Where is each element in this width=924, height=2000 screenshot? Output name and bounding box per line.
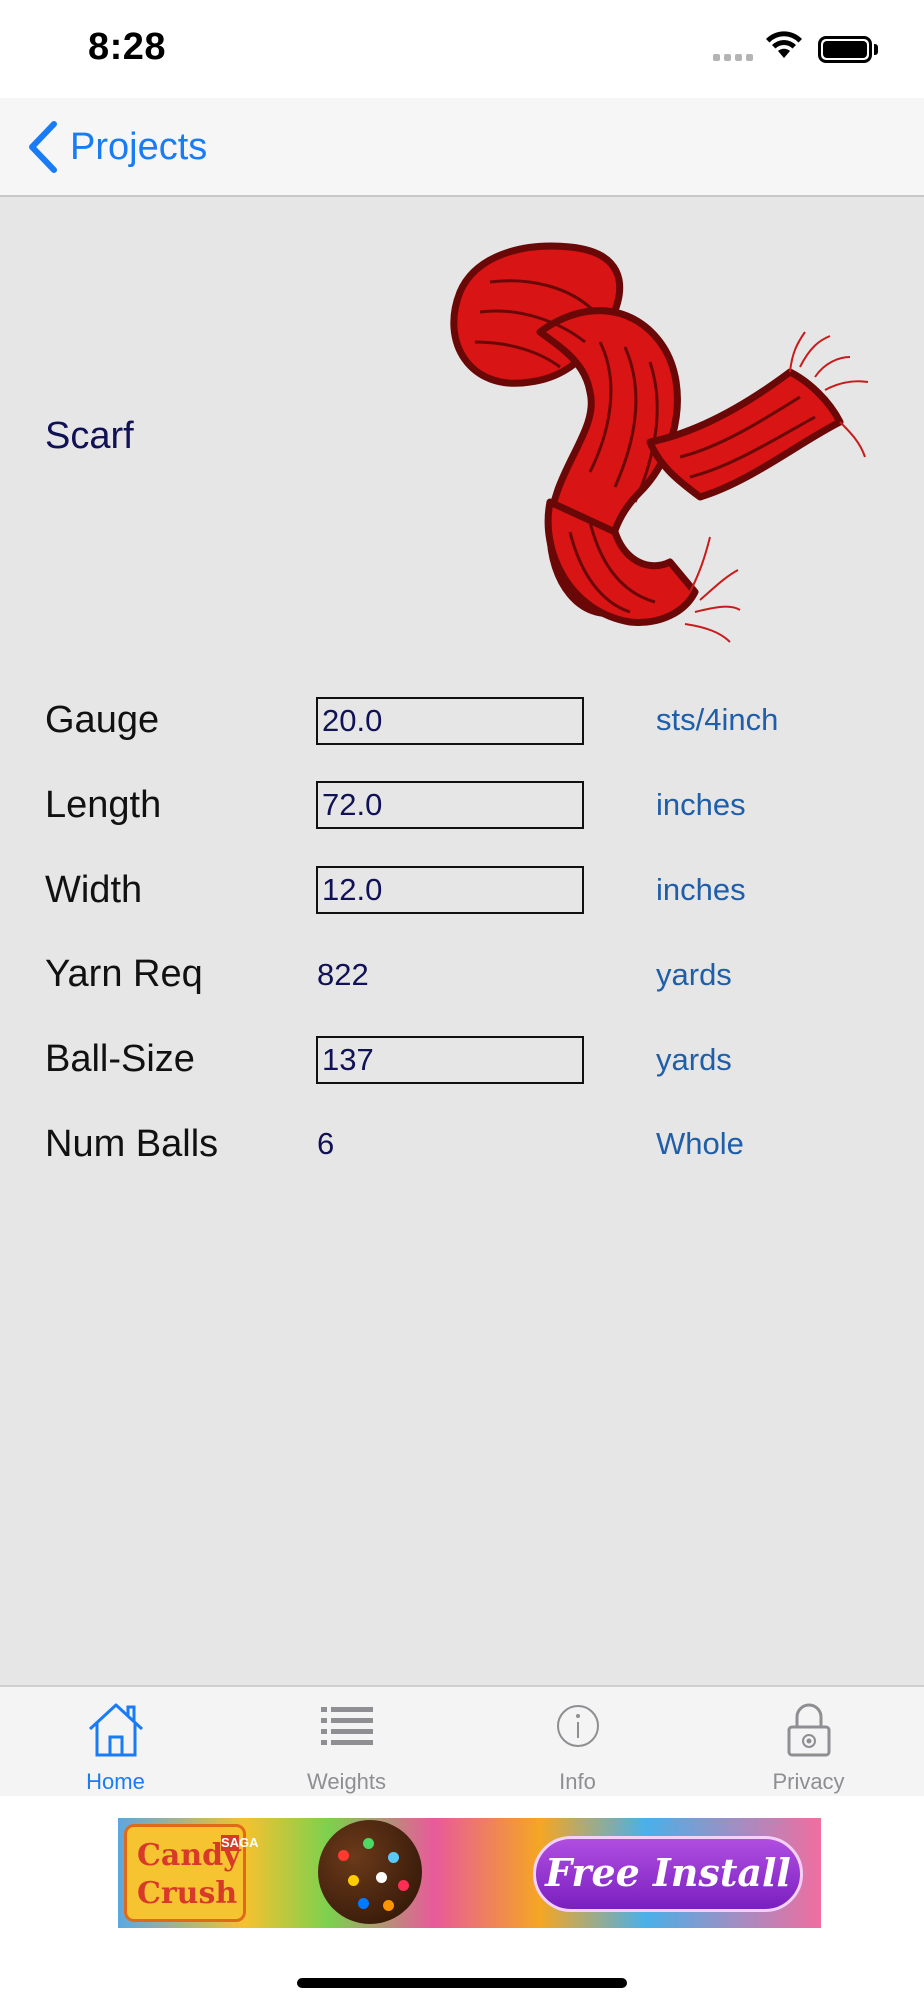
list-icon <box>320 1707 373 1745</box>
lock-icon <box>787 1703 830 1757</box>
tab-privacy[interactable]: Privacy <box>693 1687 924 1798</box>
battery-icon <box>818 36 872 63</box>
yarn-req-value: 822 <box>317 957 369 992</box>
chevron-left-icon[interactable] <box>26 120 60 174</box>
length-input[interactable] <box>316 781 584 829</box>
yarn-req-unit: yards <box>656 957 732 992</box>
tab-weights-label: Weights <box>306 1769 387 1794</box>
tab-home-label: Home <box>86 1769 145 1794</box>
cellular-signal-icon <box>713 54 755 64</box>
scarf-image <box>450 242 869 643</box>
length-unit: inches <box>656 787 746 822</box>
status-bar: 8:28 <box>0 0 924 98</box>
ball-size-input[interactable] <box>316 1036 584 1084</box>
battery-cap <box>874 44 878 55</box>
ad-brand-line2: Crush <box>137 1876 238 1911</box>
project-name: Scarf <box>45 415 134 457</box>
home-indicator <box>297 1978 627 1988</box>
ball-size-label: Ball-Size <box>45 1038 195 1080</box>
candy-image <box>318 1820 422 1924</box>
gauge-input[interactable] <box>316 697 584 745</box>
gauge-unit: sts/4inch <box>656 702 779 737</box>
ad-banner[interactable]: Candy Crush SAGA Free Install <box>118 1818 821 1928</box>
ad-install-button[interactable]: Free Install <box>533 1836 803 1912</box>
tab-weights[interactable]: Weights <box>231 1687 462 1798</box>
ad-brand-tag: SAGA <box>221 1835 259 1851</box>
tab-info[interactable]: Info <box>462 1687 693 1798</box>
tab-home[interactable]: Home <box>0 1687 231 1798</box>
back-button[interactable]: Projects <box>70 126 207 169</box>
wifi-icon <box>766 31 802 58</box>
ad-logo: Candy Crush SAGA <box>124 1824 259 1922</box>
yarn-req-label: Yarn Req <box>45 953 203 995</box>
tab-privacy-label: Privacy <box>772 1769 845 1794</box>
navigation-bar: Projects <box>0 98 924 197</box>
length-label: Length <box>45 784 162 826</box>
width-unit: inches <box>656 872 746 907</box>
ball-size-unit: yards <box>656 1042 732 1077</box>
home-icon <box>88 1703 143 1757</box>
project-detail: Scarf Gauge 20.0 sts/4inch Length 72.0 i… <box>0 197 924 1685</box>
ad-area: Candy Crush SAGA Free Install <box>0 1796 924 2000</box>
tab-info-label: Info <box>559 1769 596 1794</box>
num-balls-label: Num Balls <box>45 1123 219 1165</box>
num-balls-value: 6 <box>317 1126 335 1161</box>
gauge-label: Gauge <box>45 699 160 741</box>
width-input[interactable] <box>316 866 584 914</box>
num-balls-unit: Whole <box>656 1126 744 1161</box>
tab-bar: Home Weights Info Privacy <box>0 1685 924 1796</box>
width-label: Width <box>45 869 143 911</box>
status-time: 8:28 <box>88 26 167 68</box>
info-icon <box>556 1705 599 1747</box>
